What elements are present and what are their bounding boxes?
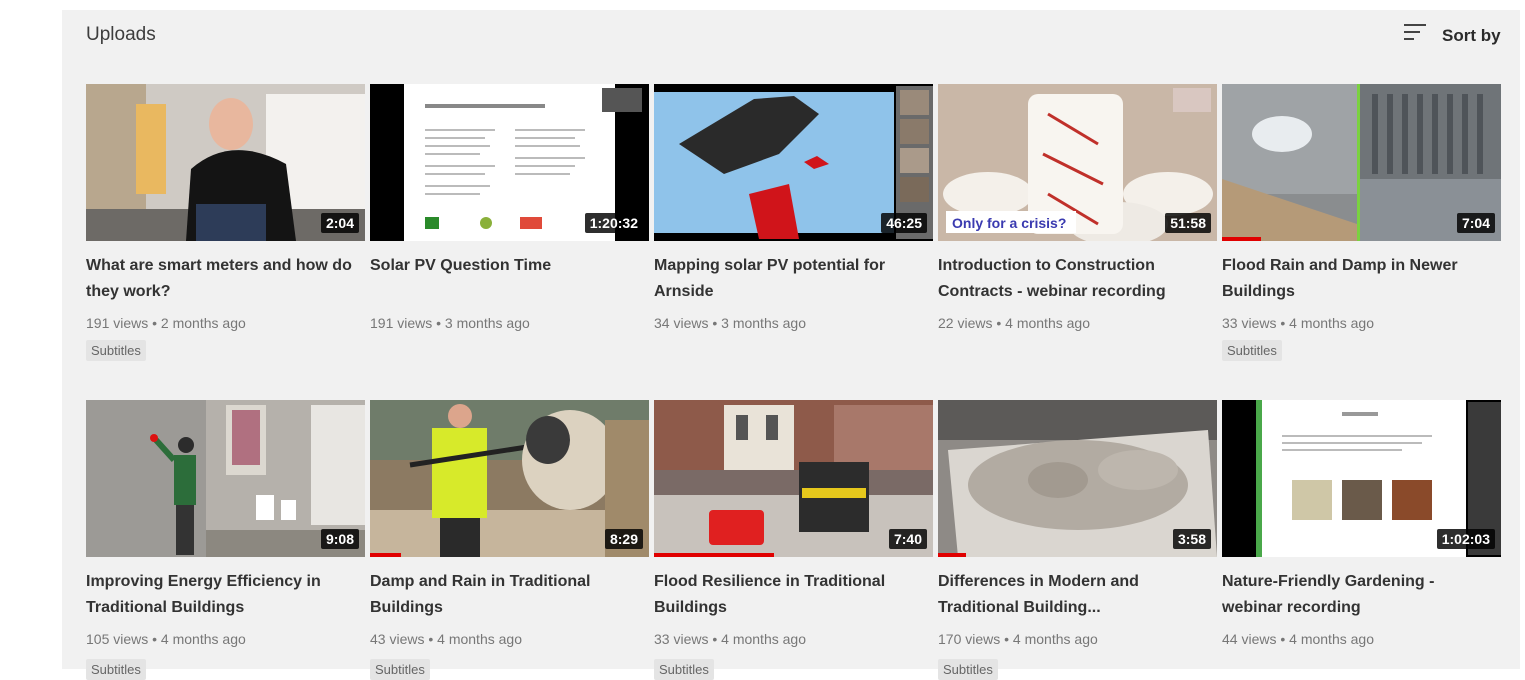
video-meta: 43 views • 4 months ago (370, 631, 522, 647)
video-duration: 2:04 (320, 213, 359, 233)
video-card[interactable]: Only for a crisis? 51:58 Introduction to… (938, 84, 1217, 361)
watch-progress-bar (370, 553, 401, 557)
video-row-1: 2:04 What are smart meters and how do th… (86, 84, 1501, 361)
video-meta: 44 views • 4 months ago (1222, 631, 1374, 647)
section-title: Uploads (86, 24, 156, 45)
video-thumbnail[interactable]: 1:20:32 (370, 84, 649, 241)
watch-progress-bar (654, 553, 774, 557)
subtitles-badge: Subtitles (86, 340, 146, 361)
video-duration: 8:29 (604, 529, 643, 549)
subtitles-badge: Subtitles (654, 659, 714, 680)
video-thumbnail[interactable]: 8:29 (370, 400, 649, 557)
subtitles-badge: Subtitles (86, 659, 146, 680)
video-duration: 46:25 (881, 213, 927, 233)
watch-progress-bar (938, 553, 966, 557)
video-title[interactable]: Differences in Modern and Traditional Bu… (938, 569, 1217, 621)
video-title[interactable]: Solar PV Question Time (370, 253, 649, 305)
video-meta: 105 views • 4 months ago (86, 631, 246, 647)
sort-icon (1402, 22, 1428, 49)
video-duration: 9:08 (320, 529, 359, 549)
video-thumbnail[interactable]: 7:40 (654, 400, 933, 557)
video-meta: 34 views • 3 months ago (654, 315, 806, 331)
subtitles-badge: Subtitles (370, 659, 430, 680)
video-card[interactable]: 1:20:32 Solar PV Question Time 191 views… (370, 84, 649, 361)
subtitles-badge: Subtitles (938, 659, 998, 680)
watch-progress-bar (1222, 237, 1262, 241)
video-duration: 3:58 (1172, 529, 1211, 549)
video-thumbnail[interactable]: Only for a crisis? 51:58 (938, 84, 1217, 241)
video-thumbnail[interactable]: 9:08 (86, 400, 365, 557)
video-title[interactable]: What are smart meters and how do they wo… (86, 253, 365, 305)
video-card[interactable]: 7:04 Flood Rain and Damp in Newer Buildi… (1222, 84, 1501, 361)
video-meta: 191 views • 3 months ago (370, 315, 530, 331)
video-title[interactable]: Flood Resilience in Traditional Building… (654, 569, 933, 621)
sort-by-button[interactable]: Sort by (1402, 22, 1501, 49)
video-title[interactable]: Nature-Friendly Gardening - webinar reco… (1222, 569, 1501, 621)
video-card[interactable]: 9:08 Improving Energy Efficiency in Trad… (86, 400, 365, 647)
video-card[interactable]: 46:25 Mapping solar PV potential for Arn… (654, 84, 933, 361)
video-thumbnail[interactable]: 1:02:03 (1222, 400, 1501, 557)
thumbnail-overlay-text: Only for a crisis? (952, 215, 1066, 231)
video-card[interactable]: 2:04 What are smart meters and how do th… (86, 84, 365, 361)
video-duration: 1:20:32 (584, 213, 643, 233)
video-duration: 7:04 (1456, 213, 1495, 233)
video-title[interactable]: Improving Energy Efficiency in Tradition… (86, 569, 365, 621)
video-title[interactable]: Damp and Rain in Traditional Buildings (370, 569, 649, 621)
video-meta: 191 views • 2 months ago (86, 315, 246, 331)
video-thumbnail[interactable]: 2:04 (86, 84, 365, 241)
video-duration: 1:02:03 (1436, 529, 1495, 549)
video-thumbnail[interactable]: 46:25 (654, 84, 933, 241)
video-card[interactable]: 7:40 Flood Resilience in Traditional Bui… (654, 400, 933, 647)
video-meta: 33 views • 4 months ago (654, 631, 806, 647)
video-duration: 7:40 (888, 529, 927, 549)
video-thumbnail[interactable]: 7:04 (1222, 84, 1501, 241)
video-meta: 170 views • 4 months ago (938, 631, 1098, 647)
video-card[interactable]: 3:58 Differences in Modern and Tradition… (938, 400, 1217, 647)
video-card[interactable]: 1:02:03 Nature-Friendly Gardening - webi… (1222, 400, 1501, 647)
video-duration: 51:58 (1165, 213, 1211, 233)
subtitles-badge: Subtitles (1222, 340, 1282, 361)
video-thumbnail[interactable]: 3:58 (938, 400, 1217, 557)
video-meta: 22 views • 4 months ago (938, 315, 1090, 331)
video-title[interactable]: Introduction to Construction Contracts -… (938, 253, 1217, 305)
sort-label: Sort by (1442, 25, 1501, 45)
video-card[interactable]: 8:29 Damp and Rain in Traditional Buildi… (370, 400, 649, 647)
row-2-badges: Subtitles Subtitles Subtitles Subtitles (86, 659, 1217, 680)
video-meta: 33 views • 4 months ago (1222, 315, 1374, 331)
video-title[interactable]: Flood Rain and Damp in Newer Buildings (1222, 253, 1501, 305)
video-row-2: 9:08 Improving Energy Efficiency in Trad… (86, 400, 1501, 647)
video-title[interactable]: Mapping solar PV potential for Arnside (654, 253, 933, 305)
